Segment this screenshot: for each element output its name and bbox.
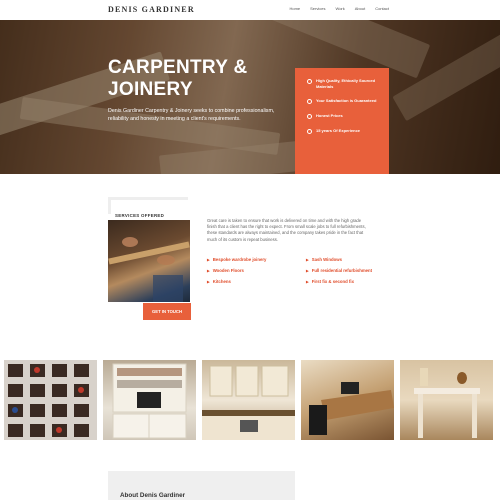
feature-label: 15 years Of Experience bbox=[316, 128, 361, 133]
service-item: ▶ Full residential refurbishment bbox=[306, 268, 372, 273]
hero-title-line1: CARPENTRY & bbox=[108, 57, 248, 78]
services-description: Great care is taken to ensure that work … bbox=[207, 218, 366, 242]
check-circle-icon bbox=[307, 79, 312, 84]
service-label: Kitchens bbox=[212, 279, 231, 284]
arrow-right-icon: ▶ bbox=[306, 268, 309, 273]
service-label: Sash Windows bbox=[311, 257, 342, 262]
hero-banner: CARPENTRY & JOINERY Denis Gardiner Carpe… bbox=[0, 20, 500, 174]
get-in-touch-button[interactable]: GET IN TOUCH bbox=[143, 303, 191, 320]
feature-item: Your Satisfaction is Guaranteed bbox=[307, 98, 383, 104]
feature-item: High Quality, Ethically Sourced Material… bbox=[307, 78, 383, 89]
services-photo bbox=[108, 220, 190, 302]
feature-label: Honest Prices bbox=[316, 113, 343, 118]
feature-label: High Quality, Ethically Sourced Material… bbox=[316, 78, 376, 89]
service-label: Wooden Floors bbox=[212, 268, 244, 273]
gallery-image-console-table[interactable] bbox=[400, 360, 493, 440]
service-item: ▶ Sash Windows bbox=[306, 257, 372, 262]
services-list-left: ▶ Bespoke wardrobe joinery ▶ Wooden Floors… bbox=[207, 257, 266, 290]
arrow-right-icon: ▶ bbox=[306, 279, 309, 284]
service-label: Bespoke wardrobe joinery bbox=[212, 257, 267, 262]
gallery-image-kitchen[interactable] bbox=[202, 360, 295, 440]
arrow-right-icon: ▶ bbox=[207, 268, 210, 273]
service-label: Full residential refurbishment bbox=[311, 268, 373, 273]
gallery-image-desk[interactable] bbox=[301, 360, 394, 440]
check-circle-icon bbox=[307, 99, 312, 104]
check-circle-icon bbox=[307, 129, 312, 134]
gallery-image-wine-rack[interactable] bbox=[4, 360, 97, 440]
hero-title-line2: JOINERY bbox=[108, 79, 193, 100]
nav-about[interactable]: About bbox=[355, 6, 365, 11]
services-heading-label: SERVICES OFFERED bbox=[115, 213, 165, 218]
feature-item: Honest Prices bbox=[307, 113, 383, 119]
service-item: ▶ Bespoke wardrobe joinery bbox=[207, 257, 266, 262]
nav-contact[interactable]: Contact bbox=[375, 6, 389, 11]
gallery-image-bookcase[interactable] bbox=[103, 360, 196, 440]
services-heading: SERVICES OFFERED bbox=[108, 197, 188, 218]
feature-item: 15 years Of Experience bbox=[307, 128, 383, 134]
hero-title: CARPENTRY & JOINERY bbox=[108, 57, 288, 101]
arrow-right-icon: ▶ bbox=[207, 279, 210, 284]
nav-services[interactable]: Services bbox=[310, 6, 325, 11]
about-title: About Denis Gardiner bbox=[120, 492, 186, 499]
site-logo[interactable]: DENIS GARDINER bbox=[108, 5, 195, 14]
arrow-right-icon: ▶ bbox=[207, 257, 210, 262]
check-circle-icon bbox=[307, 114, 312, 119]
top-nav: DENIS GARDINER Home Services Work About … bbox=[0, 0, 500, 20]
arrow-right-icon: ▶ bbox=[306, 257, 309, 262]
services-list-right: ▶ Sash Windows ▶ Full residential refurbis… bbox=[306, 257, 372, 290]
nav-home[interactable]: Home bbox=[289, 6, 300, 11]
feature-label: Your Satisfaction is Guaranteed bbox=[316, 98, 377, 103]
work-gallery bbox=[0, 360, 500, 440]
main-menu: Home Services Work About Contact bbox=[289, 6, 389, 11]
nav-work[interactable]: Work bbox=[335, 6, 344, 11]
service-item: ▶ Wooden Floors bbox=[207, 268, 266, 273]
service-label: First fix & second fix bbox=[311, 279, 354, 284]
hero-intro-text: Denis Gardiner Carpentry & Joinery seeks… bbox=[108, 108, 275, 122]
features-box: High Quality, Ethically Sourced Material… bbox=[295, 68, 389, 174]
service-item: ▶ First fix & second fix bbox=[306, 279, 372, 284]
about-section: About Denis Gardiner bbox=[108, 471, 295, 500]
service-item: ▶ Kitchens bbox=[207, 279, 266, 284]
